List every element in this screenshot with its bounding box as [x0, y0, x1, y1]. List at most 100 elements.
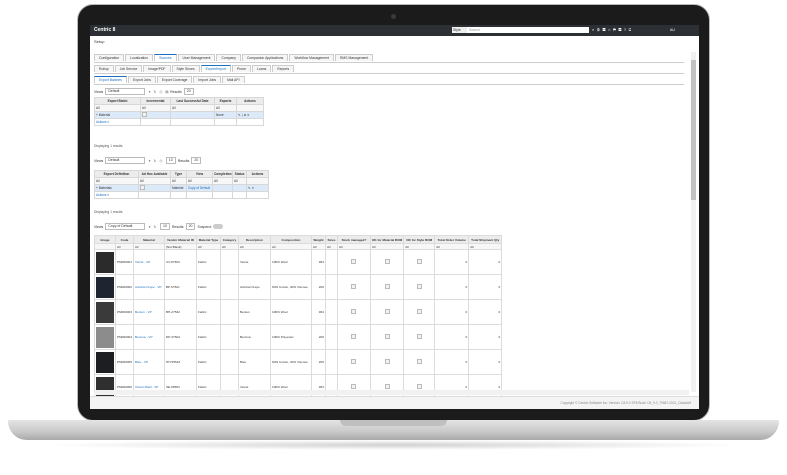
tab-prune[interactable]: Prune: [231, 65, 252, 72]
incremental-checkbox[interactable]: [140, 111, 171, 119]
style-bom-checkbox[interactable]: [403, 274, 436, 300]
vertical-scrollbar-thumb[interactable]: [691, 60, 696, 200]
tab-job-service[interactable]: Job Service: [114, 65, 143, 72]
table-row[interactable]: PM000002 Admiral Crepe - VP BP-57621 Fabric…: [94, 274, 503, 300]
material-bom-checkbox[interactable]: [369, 249, 405, 275]
user-menu[interactable]: AU: [670, 28, 675, 32]
page-size-select[interactable]: 10: [165, 157, 176, 164]
column-header[interactable]: Description: [237, 235, 271, 244]
column-header[interactable]: OK for Style BOM: [403, 235, 436, 244]
material-bom-checkbox[interactable]: [369, 324, 405, 350]
tab-image-pdf[interactable]: Image/PDF: [143, 65, 171, 72]
material-link[interactable]: Benton - VP: [132, 299, 165, 325]
results-select[interactable]: 20: [185, 223, 196, 230]
material-link[interactable]: Admiral Crepe - VP: [132, 274, 165, 300]
column-header[interactable]: Sizes: [324, 235, 338, 244]
filter-icon[interactable]: ▾: [149, 159, 151, 163]
column-header[interactable]: Export Batch: [94, 97, 141, 105]
filter-cell[interactable]: All: [138, 177, 171, 185]
tab-loans[interactable]: Loans: [252, 65, 272, 72]
column-header[interactable]: Stock managed?: [336, 235, 371, 244]
tab-reports[interactable]: Reports: [272, 65, 295, 72]
tab-export-import[interactable]: Export/Import: [200, 65, 231, 72]
style-bom-checkbox[interactable]: [403, 349, 436, 375]
column-header[interactable]: Completion: [212, 170, 233, 178]
tab-import-jobs[interactable]: Import Jobs: [193, 76, 222, 83]
material-bom-checkbox[interactable]: [369, 349, 405, 375]
column-header[interactable]: Total Shipment Qty: [468, 235, 503, 244]
column-header[interactable]: Status: [232, 170, 247, 178]
ad-hoc-checkbox[interactable]: [138, 184, 171, 192]
view-link[interactable]: Copy of Default: [186, 184, 213, 192]
style-bom-checkbox[interactable]: [403, 299, 436, 325]
tab-export-jobs[interactable]: Export Jobs: [128, 76, 156, 83]
horizontal-scrollbar[interactable]: [94, 390, 689, 395]
actions-dropdown[interactable]: Actions ▾: [94, 118, 141, 126]
column-header[interactable]: Export Definition: [94, 170, 139, 178]
material-bom-checkbox[interactable]: [369, 274, 405, 300]
table-row[interactable]: + Materials Material Copy of Default ✎ ✕: [94, 184, 269, 192]
table-row[interactable]: + Material None ✎ ⤓ ⧉ ✕: [94, 111, 264, 119]
results-select[interactable]: 20: [183, 88, 194, 95]
column-header[interactable]: Weight: [310, 235, 326, 244]
column-header[interactable]: Material: [132, 235, 165, 244]
material-thumbnail[interactable]: [96, 276, 114, 298]
filter-cell[interactable]: All: [232, 177, 247, 185]
material-thumbnail[interactable]: [96, 351, 114, 373]
refresh-icon[interactable]: ↻: [154, 225, 157, 229]
column-header[interactable]: Composition: [269, 235, 312, 244]
row-actions[interactable]: ✎ ⤓ ⧉ ✕: [236, 111, 264, 119]
filter-cell[interactable]: All: [212, 177, 233, 185]
delete-icon[interactable]: ✕: [252, 186, 255, 190]
column-header[interactable]: Vendor Material ID: [163, 235, 197, 244]
column-header[interactable]: OK for Material BOM: [369, 235, 405, 244]
tab-workflow-management[interactable]: Workflow Management: [289, 54, 334, 61]
lock-icon[interactable]: ⊡: [629, 27, 634, 32]
material-thumbnail[interactable]: [96, 326, 114, 348]
export-icon[interactable]: ▤: [165, 90, 168, 94]
export-definition-name[interactable]: + Materials: [94, 184, 139, 192]
page-size-select[interactable]: 10: [159, 223, 170, 230]
stock-managed-checkbox[interactable]: [336, 299, 371, 325]
table-row[interactable]: PM000005 Bleu - VP HH-55523 Fabric Bleu 60% C…: [94, 349, 503, 375]
tab-configuration[interactable]: Configuration: [94, 54, 125, 61]
column-header[interactable]: Category: [219, 235, 239, 244]
material-link[interactable]: Bemma - VP: [132, 324, 165, 350]
material-thumbnail[interactable]: [96, 301, 114, 323]
print-icon[interactable]: ⎙: [159, 90, 162, 94]
export-batch-name[interactable]: + Material: [94, 111, 141, 119]
tab-companion-applications[interactable]: Companion Applications: [241, 54, 289, 61]
tab-user-management[interactable]: User Management: [177, 54, 216, 61]
column-header[interactable]: Type: [170, 170, 187, 178]
filter-cell[interactable]: All: [214, 104, 237, 112]
tab-company[interactable]: Company: [216, 54, 241, 61]
stock-managed-checkbox[interactable]: [336, 324, 371, 350]
table-row[interactable]: PM000001 Velvet - VP CV-87603 Fabric Velvet 1…: [94, 249, 503, 275]
column-header[interactable]: Image: [94, 235, 116, 244]
column-header[interactable]: Last Successful Date: [170, 97, 215, 105]
views-select[interactable]: Default: [105, 88, 146, 95]
filter-cell[interactable]: All: [94, 104, 141, 112]
column-header[interactable]: View: [186, 170, 213, 178]
filter-cell[interactable]: All: [140, 104, 171, 112]
material-thumbnail[interactable]: [96, 251, 114, 273]
style-bom-checkbox[interactable]: [403, 324, 436, 350]
material-link[interactable]: Bleu - VP: [132, 349, 165, 375]
tab-export-coverage[interactable]: Export Coverage: [156, 76, 193, 83]
filter-icon[interactable]: ▾: [149, 225, 151, 229]
tab-rollup[interactable]: Rollup: [94, 65, 114, 72]
column-header[interactable]: Ad Hoc Available: [138, 170, 171, 178]
refresh-icon[interactable]: ↻: [154, 159, 157, 163]
stock-managed-checkbox[interactable]: [336, 274, 371, 300]
filter-cell[interactable]: All: [170, 104, 215, 112]
views-select[interactable]: Default: [105, 157, 146, 164]
filter-cell[interactable]: All: [170, 177, 187, 185]
column-header[interactable]: Material Type: [195, 235, 221, 244]
tab-localization[interactable]: Localization: [125, 54, 154, 61]
search-input[interactable]: Search: [467, 27, 589, 33]
views-select[interactable]: Copy of Default: [105, 223, 146, 230]
suspend-toggle[interactable]: [213, 224, 224, 229]
refresh-icon[interactable]: ↻: [154, 90, 157, 94]
filter-icon[interactable]: ▾: [149, 90, 151, 94]
results-select[interactable]: 20: [191, 157, 202, 164]
